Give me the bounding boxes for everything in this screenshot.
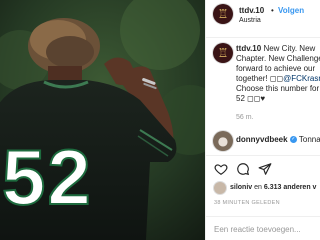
emoji-icon: ◻◻ bbox=[247, 94, 261, 103]
liker-avatar[interactable] bbox=[214, 182, 226, 194]
caption-line: Chapter. New Challenge bbox=[236, 54, 320, 63]
person-icon: ● bbox=[217, 134, 229, 148]
post-timestamp: 38 MINUTEN GELEDEN bbox=[214, 200, 280, 206]
post-details-panel: ♖ ttdv.10 • Volgen Austria ♖ ttdv.10 New… bbox=[205, 0, 320, 240]
likes-suffix: anderen v bbox=[283, 184, 317, 191]
follow-button[interactable]: Volgen bbox=[278, 6, 304, 15]
caption-line: forward to achieve our bbox=[236, 64, 316, 73]
caption-avatar[interactable]: ♖ bbox=[213, 43, 233, 63]
comment-icon[interactable] bbox=[236, 162, 250, 176]
caption-line: together! bbox=[236, 74, 270, 83]
commenter-avatar[interactable]: ● bbox=[213, 131, 233, 151]
add-comment-bar bbox=[206, 216, 320, 240]
emoji-icon: ◻◻ bbox=[269, 74, 284, 83]
liker-username[interactable]: siloniv bbox=[230, 184, 252, 191]
caption-username[interactable]: ttdv.10 bbox=[236, 44, 261, 53]
comment-text: Tonna bbox=[298, 135, 320, 144]
caption-age: 56 m. bbox=[236, 114, 254, 121]
caption-line: New City. New bbox=[263, 44, 316, 53]
likes-connector: en bbox=[254, 184, 262, 191]
post-location[interactable]: Austria bbox=[239, 17, 261, 24]
heart-emoji-icon: ♥ bbox=[260, 94, 266, 103]
comment-item: donnyvdbeek ✓ Tonna bbox=[236, 135, 320, 144]
comment-input[interactable] bbox=[214, 222, 314, 236]
comment-username[interactable]: donnyvdbeek bbox=[236, 135, 288, 144]
caption-line: 52 bbox=[236, 94, 248, 103]
likes-summary[interactable]: siloniv en 6.313 anderen v bbox=[230, 184, 316, 191]
club-logo-icon: ♖ bbox=[217, 7, 229, 21]
mention-link[interactable]: @FCKrasno bbox=[283, 74, 320, 83]
jersey-number: 52 bbox=[1, 133, 93, 221]
post-photo[interactable]: 52 bbox=[0, 0, 205, 240]
likes-count[interactable]: 6.313 bbox=[264, 184, 282, 191]
avatar[interactable]: ♖ bbox=[213, 4, 233, 24]
post-caption: ttdv.10 New City. New Chapter. New Chall… bbox=[236, 44, 320, 104]
caption-line: Choose this number for bbox=[236, 84, 320, 93]
post-header: ♖ ttdv.10 • Volgen Austria bbox=[206, 0, 320, 38]
verified-badge-icon: ✓ bbox=[289, 136, 297, 144]
separator-dot: • bbox=[271, 6, 274, 15]
share-icon[interactable] bbox=[258, 162, 272, 176]
post-author-username[interactable]: ttdv.10 bbox=[239, 6, 264, 15]
heart-icon[interactable] bbox=[214, 162, 228, 176]
club-logo-icon: ♖ bbox=[217, 46, 229, 60]
